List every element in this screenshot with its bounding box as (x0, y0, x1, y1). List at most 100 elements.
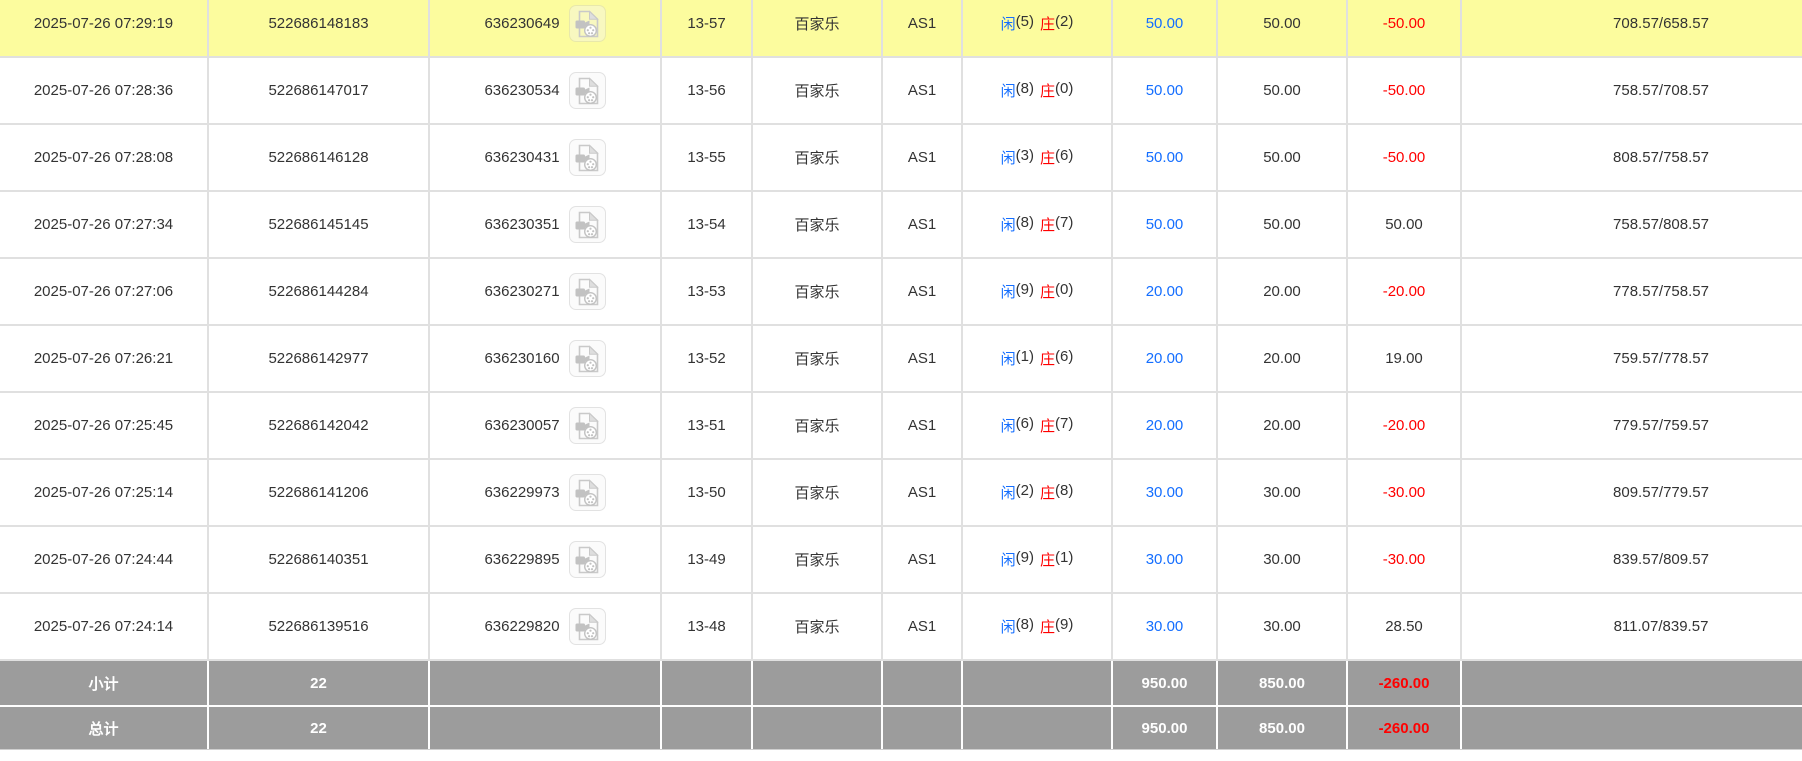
video-replay-button[interactable] (568, 72, 606, 109)
cell-result: 闲 (2) 庄 (8) (963, 460, 1113, 525)
cell-bet-amount: 30.00 (1113, 527, 1218, 592)
banker-result: 庄 (0) (1040, 281, 1073, 302)
cell-game-type: 百家乐 (753, 192, 883, 257)
video-replay-button[interactable] (568, 5, 606, 42)
player-label: 闲 (1000, 418, 1016, 435)
table-row[interactable]: 2025-07-26 07:29:19 522686148183 6362306… (0, 0, 1802, 58)
cell-game-id: 636230534 (430, 58, 662, 123)
bet-id: 522686141206 (268, 484, 369, 501)
win-loss-amount: 50.00 (1385, 216, 1423, 233)
cell-win-loss: -50.00 (1348, 125, 1462, 190)
table-name: AS1 (907, 82, 937, 99)
cell-round: 13-53 (662, 259, 753, 324)
game-type: 百家乐 (794, 552, 840, 569)
table-row[interactable]: 2025-07-26 07:28:08 522686146128 6362304… (0, 125, 1802, 192)
valid-amount: 30.00 (1263, 484, 1301, 501)
cell-valid-amount: 50.00 (1218, 58, 1348, 123)
table-row[interactable]: 2025-07-26 07:25:14 522686141206 6362299… (0, 460, 1802, 527)
cell-balance: 759.57/778.57 (1462, 326, 1802, 391)
game-id: 636230534 (484, 82, 560, 99)
cell-bet-id: 522686142042 (209, 393, 430, 458)
total-row: 总计 22 950.00 850.00 -260.00 (0, 705, 1802, 749)
bet-amount: 50.00 (1145, 216, 1184, 233)
bet-time: 2025-07-26 07:27:34 (33, 216, 174, 233)
table-name: AS1 (907, 283, 937, 300)
cell-bet-id: 522686145145 (209, 192, 430, 257)
banker-score: (2) (1055, 13, 1074, 30)
cell-result: 闲 (5) 庄 (2) (963, 0, 1113, 56)
cell-valid-amount: 50.00 (1218, 0, 1348, 56)
cell-result: 闲 (9) 庄 (0) (963, 259, 1113, 324)
video-replay-icon (575, 76, 599, 105)
video-replay-button[interactable] (568, 474, 606, 511)
bet-amount: 50.00 (1145, 82, 1184, 99)
table-body: 2025-07-26 07:29:19 522686148183 6362306… (0, 0, 1802, 661)
bet-time: 2025-07-26 07:25:45 (33, 417, 174, 434)
video-replay-button[interactable] (568, 139, 606, 176)
cell-bet-amount: 20.00 (1113, 259, 1218, 324)
game-id: 636230057 (484, 417, 560, 434)
player-result: 闲 (5) (1001, 13, 1034, 34)
table-row[interactable]: 2025-07-26 07:24:44 522686140351 6362298… (0, 527, 1802, 594)
cell-win-loss: -20.00 (1348, 259, 1462, 324)
cell-balance: 758.57/808.57 (1462, 192, 1802, 257)
subtotal-table-cell (883, 661, 963, 705)
game-id: 636230649 (484, 15, 560, 32)
cell-round: 13-49 (662, 527, 753, 592)
cell-round: 13-50 (662, 460, 753, 525)
banker-label: 庄 (1040, 150, 1056, 167)
table-name: AS1 (907, 618, 937, 635)
video-replay-button[interactable] (568, 206, 606, 243)
video-replay-button[interactable] (568, 340, 606, 377)
round-number: 13-48 (687, 618, 726, 635)
player-label: 闲 (1000, 552, 1016, 569)
banker-label: 庄 (1040, 485, 1056, 502)
video-replay-button[interactable] (568, 407, 606, 444)
bet-records-table: 2025-07-26 07:29:19 522686148183 6362306… (0, 0, 1802, 761)
player-result: 闲 (1) (1001, 348, 1034, 369)
banker-label: 庄 (1040, 351, 1056, 368)
cell-bet-time: 2025-07-26 07:28:36 (0, 58, 209, 123)
player-score: (8) (1015, 616, 1034, 633)
bet-time: 2025-07-26 07:24:14 (33, 618, 174, 635)
cell-bet-id: 522686147017 (209, 58, 430, 123)
video-replay-button[interactable] (568, 608, 606, 645)
valid-amount: 30.00 (1263, 551, 1301, 568)
cell-result: 闲 (8) 庄 (0) (963, 58, 1113, 123)
balance: 779.57/759.57 (1613, 417, 1709, 434)
table-row[interactable]: 2025-07-26 07:28:36 522686147017 6362305… (0, 58, 1802, 125)
banker-result: 庄 (6) (1040, 147, 1073, 168)
cell-game-type: 百家乐 (753, 393, 883, 458)
video-replay-button[interactable] (568, 273, 606, 310)
video-replay-icon (575, 612, 599, 641)
cell-table-name: AS1 (883, 192, 963, 257)
table-row[interactable]: 2025-07-26 07:24:14 522686139516 6362298… (0, 594, 1802, 661)
banker-score: (0) (1055, 281, 1074, 298)
banker-label: 庄 (1040, 619, 1056, 636)
player-score: (6) (1015, 415, 1034, 432)
balance: 758.57/808.57 (1613, 216, 1709, 233)
bet-time: 2025-07-26 07:25:14 (33, 484, 174, 501)
banker-score: (8) (1055, 482, 1074, 499)
cell-table-name: AS1 (883, 0, 963, 56)
video-replay-icon (575, 210, 599, 239)
total-balance-cell (1462, 707, 1802, 749)
video-replay-button[interactable] (568, 541, 606, 578)
cell-game-type: 百家乐 (753, 58, 883, 123)
cell-bet-amount: 50.00 (1113, 58, 1218, 123)
bet-amount: 20.00 (1145, 283, 1184, 300)
round-number: 13-50 (687, 484, 726, 501)
balance: 839.57/809.57 (1613, 551, 1709, 568)
valid-amount: 50.00 (1263, 149, 1301, 166)
cell-bet-amount: 50.00 (1113, 125, 1218, 190)
game-id: 636230431 (484, 149, 560, 166)
cell-balance: 811.07/839.57 (1462, 594, 1802, 659)
table-row[interactable]: 2025-07-26 07:27:34 522686145145 6362303… (0, 192, 1802, 259)
table-row[interactable]: 2025-07-26 07:25:45 522686142042 6362300… (0, 393, 1802, 460)
banker-score: (9) (1055, 616, 1074, 633)
cell-game-id: 636230351 (430, 192, 662, 257)
table-row[interactable]: 2025-07-26 07:26:21 522686142977 6362301… (0, 326, 1802, 393)
table-row[interactable]: 2025-07-26 07:27:06 522686144284 6362302… (0, 259, 1802, 326)
cell-valid-amount: 20.00 (1218, 393, 1348, 458)
subtotal-win-loss: -260.00 (1348, 661, 1462, 705)
